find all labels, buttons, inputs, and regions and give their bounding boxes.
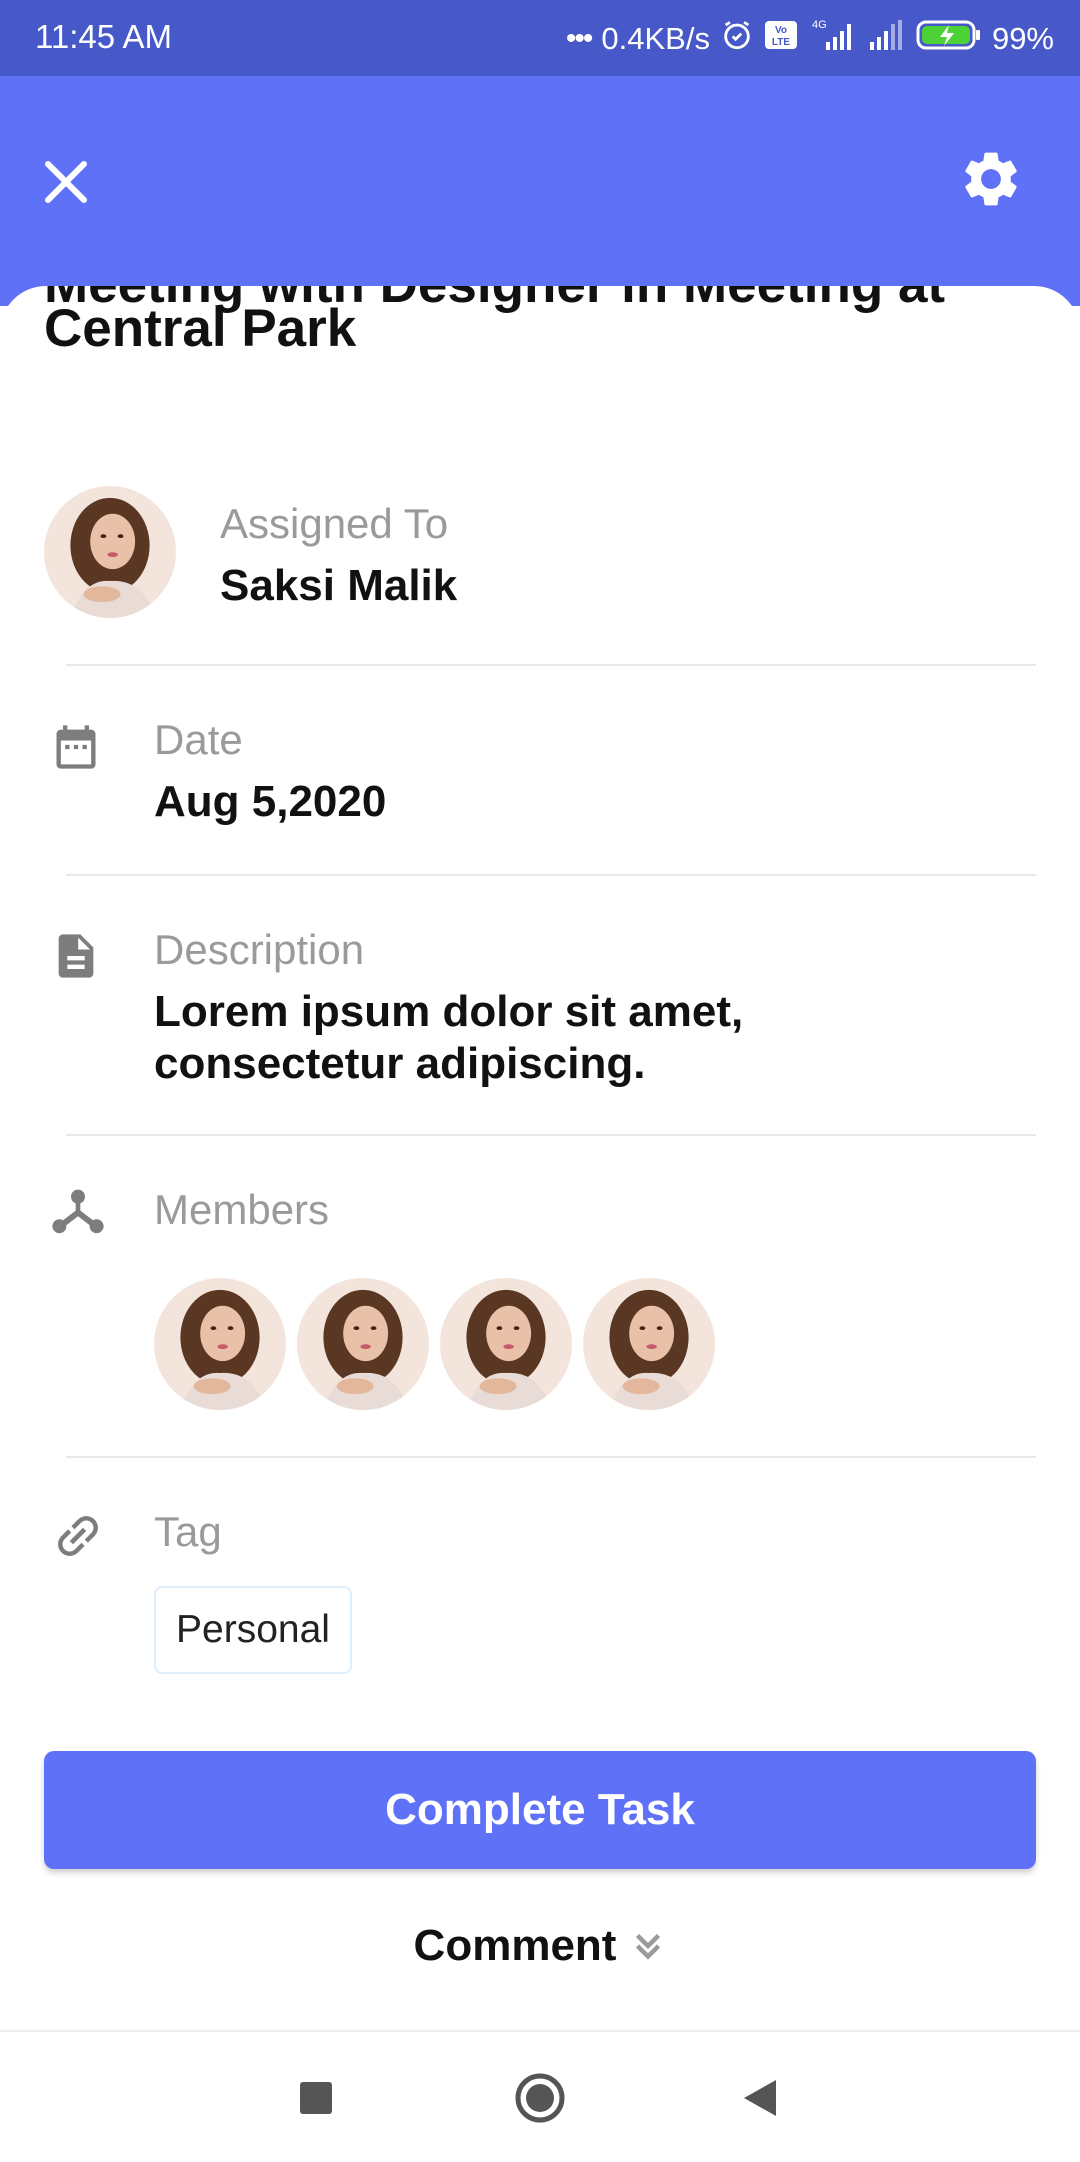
back-icon	[744, 2080, 776, 2116]
task-detail-sheet[interactable]: Meeting with Designer in Meeting at Cent…	[0, 286, 1080, 2031]
double-chevron-down-icon	[636, 1933, 661, 1960]
svg-text:Vo: Vo	[775, 25, 787, 36]
comment-label: Comment	[413, 1921, 617, 1970]
battery-percent: 99%	[991, 21, 1054, 56]
settings-button[interactable]	[958, 146, 1028, 216]
app-bar	[0, 76, 1080, 306]
assigned-name: Saksi Malik	[220, 561, 458, 610]
recents-button[interactable]	[298, 2080, 334, 2121]
members-icon	[50, 1184, 106, 1244]
svg-text:LTE: LTE	[772, 37, 790, 48]
date-label: Date	[154, 716, 243, 763]
svg-text:4G: 4G	[812, 19, 827, 31]
description-line-2: consectetur adipiscing.	[154, 1039, 646, 1088]
recents-icon	[300, 2082, 332, 2114]
signal-icon	[866, 18, 906, 60]
close-button[interactable]	[36, 152, 96, 212]
member-avatar[interactable]	[154, 1278, 286, 1410]
divider	[66, 1456, 1036, 1458]
date-value: Aug 5,2020	[154, 777, 387, 826]
volte-icon: Vo LTE	[764, 20, 798, 58]
status-bar: 11:45 AM ••• 0.4KB/s Vo LTE 4G 99%	[0, 0, 1080, 76]
member-avatar[interactable]	[297, 1278, 429, 1410]
member-avatar[interactable]	[583, 1278, 715, 1410]
home-icon	[515, 2073, 565, 2123]
home-button[interactable]	[514, 2072, 566, 2129]
more-dots-icon: •••	[565, 22, 593, 55]
divider	[66, 664, 1036, 666]
assigned-label: Assigned To	[220, 500, 449, 547]
calendar-icon	[50, 718, 106, 778]
link-icon	[50, 1508, 106, 1568]
task-title: Central Park	[44, 299, 357, 358]
complete-task-button[interactable]: Complete Task	[44, 1751, 1036, 1869]
battery-charging-icon	[916, 19, 982, 59]
status-time: 11:45 AM	[35, 18, 172, 55]
signal-4g-icon: 4G	[808, 18, 856, 60]
gear-icon	[965, 152, 1017, 206]
complete-task-label: Complete Task	[385, 1785, 695, 1834]
comment-toggle[interactable]: Comment	[0, 1911, 1080, 1981]
members-label: Members	[154, 1186, 330, 1233]
back-button[interactable]	[742, 2078, 778, 2123]
status-icons: ••• 0.4KB/s Vo LTE 4G 99%	[566, 18, 1054, 60]
close-icon	[45, 161, 87, 203]
network-speed: 0.4KB/s	[601, 21, 710, 56]
system-nav-bar	[0, 2030, 1080, 2162]
alarm-icon	[720, 18, 754, 60]
description-line-1: Lorem ipsum dolor sit amet,	[154, 987, 744, 1036]
assignee-avatar[interactable]	[44, 486, 176, 618]
document-icon	[50, 926, 106, 986]
tag-chip-label: Personal	[176, 1608, 330, 1651]
member-avatar[interactable]	[440, 1278, 572, 1410]
tag-label: Tag	[154, 1508, 222, 1555]
divider	[66, 874, 1036, 876]
tag-chip[interactable]: Personal	[154, 1586, 352, 1674]
divider	[66, 1134, 1036, 1136]
description-label: Description	[154, 926, 365, 973]
